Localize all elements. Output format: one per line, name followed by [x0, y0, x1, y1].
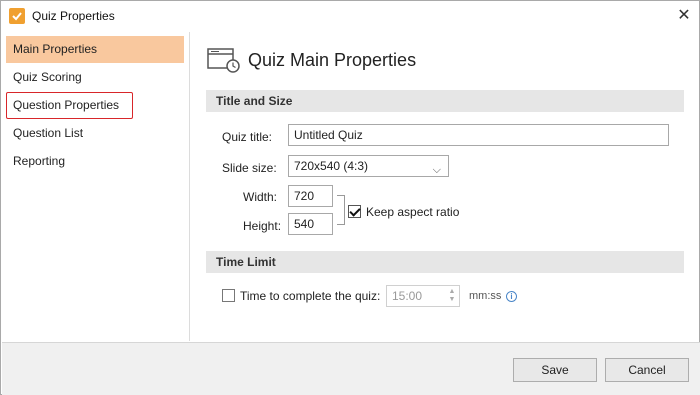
sidebar-item-label: Main Properties	[13, 42, 98, 56]
time-limit-checkbox[interactable]	[222, 289, 235, 302]
sidebar-item-question-properties[interactable]: Question Properties	[6, 92, 133, 119]
sidebar-item-label: Question Properties	[13, 98, 120, 112]
dialog-footer: Save Cancel	[2, 342, 700, 395]
height-label: Height:	[243, 219, 282, 233]
sidebar-item-label: Question List	[13, 126, 84, 140]
checkbox-app-icon	[9, 8, 25, 24]
time-limit-label: Time to complete the quiz:	[240, 289, 381, 303]
close-icon[interactable]: ✕	[672, 4, 696, 28]
slide-size-label: Slide size:	[222, 161, 277, 175]
slide-size-select[interactable]: 720x540 (4:3) ⌵	[288, 155, 449, 177]
page-title: Quiz Main Properties	[248, 50, 417, 70]
section-title-and-size: Title and Size	[206, 90, 684, 112]
section-time-limit: Time Limit	[206, 251, 684, 273]
quiz-title-input[interactable]: Untitled Quiz	[288, 124, 669, 146]
width-input[interactable]: 720	[288, 185, 333, 207]
sidebar: Main Properties Quiz Scoring Question Pr…	[2, 32, 190, 341]
cancel-button[interactable]: Cancel	[605, 358, 689, 382]
quiz-properties-icon	[207, 47, 241, 76]
quiz-properties-dialog: Quiz Properties ✕ Main Properties Quiz S…	[0, 0, 700, 395]
slide-size-value: 720x540 (4:3)	[294, 159, 369, 173]
quiz-title-label: Quiz title:	[222, 130, 273, 144]
chevron-down-icon: ⌵	[432, 164, 441, 176]
window-title: Quiz Properties	[32, 9, 115, 23]
time-limit-input[interactable]: 15:00 ▲ ▼	[386, 285, 460, 307]
sidebar-item-label: Quiz Scoring	[13, 70, 82, 84]
keep-aspect-ratio-checkbox[interactable]	[348, 205, 361, 218]
info-icon[interactable]: i	[506, 291, 517, 302]
title-bar: Quiz Properties ✕	[1, 1, 699, 32]
main-panel: Quiz Main Properties Title and Size Quiz…	[191, 32, 700, 341]
sidebar-item-question-list[interactable]: Question List	[6, 120, 184, 147]
aspect-link-bracket	[337, 195, 345, 225]
width-label: Width:	[243, 190, 278, 204]
sidebar-item-reporting[interactable]: Reporting	[6, 148, 184, 175]
save-button[interactable]: Save	[513, 358, 597, 382]
height-input[interactable]: 540	[288, 213, 333, 235]
spinner-arrows-icon[interactable]: ▲ ▼	[448, 288, 456, 304]
time-limit-value: 15:00	[392, 289, 423, 303]
sidebar-item-label: Reporting	[13, 154, 66, 168]
keep-aspect-ratio-label: Keep aspect ratio	[366, 205, 460, 219]
time-unit-label: mm:ss	[469, 290, 502, 302]
sidebar-item-main-properties[interactable]: Main Properties	[6, 36, 184, 63]
sidebar-item-quiz-scoring[interactable]: Quiz Scoring	[6, 64, 184, 91]
